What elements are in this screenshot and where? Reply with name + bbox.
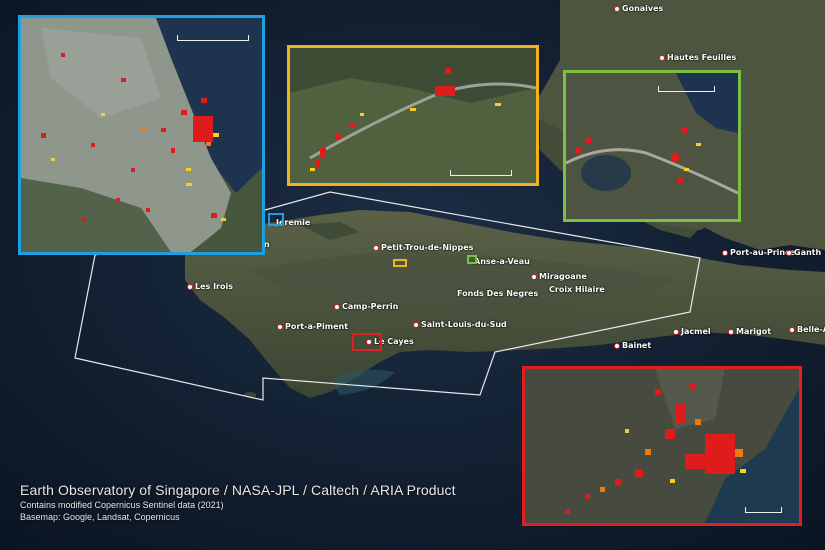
location-pin-icon (614, 5, 620, 12)
place-ganthier: Ganth (786, 248, 821, 257)
place-les-irois: Les Irois (187, 282, 233, 291)
marker-anse-a-veau[interactable] (467, 255, 477, 264)
place-port-a-piment: Port-a-Piment (277, 322, 348, 331)
inset-petit-trou[interactable] (287, 45, 539, 186)
marker-petit-trou[interactable] (393, 259, 407, 267)
damage-proxy-map: Gonaives Hautes Feuilles Jeremie n Petit… (0, 0, 825, 550)
location-pin-icon (614, 342, 620, 349)
inset-jeremie[interactable] (18, 15, 265, 255)
location-pin-icon (334, 303, 340, 310)
inset-jeremie-imagery (21, 18, 262, 252)
location-pin-icon (413, 321, 419, 328)
place-bainet: Bainet (614, 341, 651, 350)
place-anse-a-veau: Anse-a-Veau (474, 257, 530, 266)
place-marigot: Marigot (728, 327, 771, 336)
marker-jeremie[interactable] (268, 213, 284, 226)
inset-petit-trou-imagery (290, 48, 536, 183)
place-jacmel: Jacmel (673, 327, 711, 336)
location-pin-icon (373, 244, 379, 251)
place-port-au-prince: Port-au-Prince (722, 248, 795, 257)
location-pin-icon (659, 54, 665, 61)
location-pin-icon (187, 283, 193, 290)
place-miragoane: Miragoane (531, 272, 587, 281)
location-pin-icon (728, 328, 734, 335)
inset-les-cayes-imagery (525, 369, 799, 523)
place-fonds-des-negres: Fonds Des Negres (457, 289, 539, 298)
credits-data-source: Contains modified Copernicus Sentinel da… (20, 500, 224, 510)
place-croix-hilaire: Croix Hilaire (549, 285, 605, 294)
marker-les-cayes[interactable] (352, 333, 382, 351)
location-pin-icon (786, 249, 792, 256)
scale-bar (177, 35, 249, 41)
place-gonaives: Gonaives (614, 4, 663, 13)
location-pin-icon (531, 273, 537, 280)
location-pin-icon (789, 326, 795, 333)
location-pin-icon (673, 328, 679, 335)
scale-bar (450, 170, 512, 176)
inset-anse-a-veau-imagery (566, 73, 738, 219)
place-belle-anse: Belle-A (789, 325, 825, 334)
location-pin-icon (277, 323, 283, 330)
place-saint-louis-du-sud: Saint-Louis-du-Sud (413, 320, 507, 329)
credits-basemap: Basemap: Google, Landsat, Copernicus (20, 512, 180, 522)
credits-block: Earth Observatory of Singapore / NASA-JP… (20, 482, 456, 523)
location-pin-icon (722, 249, 728, 256)
place-petit-trou-de-nippes: Petit-Trou-de-Nippes (373, 243, 473, 252)
credits-title: Earth Observatory of Singapore / NASA-JP… (20, 482, 456, 498)
place-camp-perrin: Camp-Perrin (334, 302, 398, 311)
scale-bar (745, 507, 782, 513)
place-hautes-feuilles: Hautes Feuilles (659, 53, 736, 62)
inset-les-cayes[interactable] (522, 366, 802, 526)
scale-bar (658, 86, 715, 92)
inset-anse-a-veau[interactable] (563, 70, 741, 222)
